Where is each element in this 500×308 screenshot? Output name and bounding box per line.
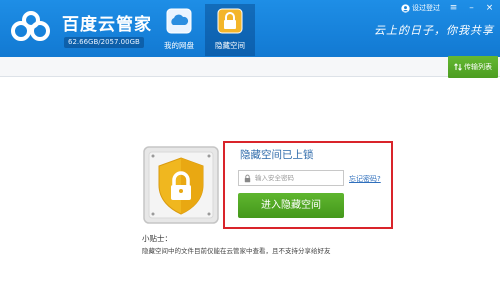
forgot-password-link[interactable]: 忘记密码? <box>349 174 381 184</box>
safe-shield-icon <box>143 146 219 224</box>
tips-heading: 小贴士： <box>142 234 172 243</box>
lock-icon <box>217 8 243 34</box>
toolbar <box>0 57 500 77</box>
transfer-icon <box>454 63 462 71</box>
login-link[interactable]: 设过登过 <box>401 3 440 13</box>
password-input[interactable] <box>255 172 341 184</box>
tab-hidden-space[interactable]: 隐藏空间 <box>205 4 255 56</box>
app-title: 百度云管家 <box>62 15 152 35</box>
transfer-list-button[interactable]: 传输列表 <box>448 56 498 78</box>
tab-my-drive[interactable]: 我的网盘 <box>154 4 204 56</box>
tab-my-drive-label: 我的网盘 <box>164 41 194 50</box>
lock-small-icon <box>244 174 251 182</box>
tab-hidden-space-label: 隐藏空间 <box>215 41 245 50</box>
login-label: 设过登过 <box>412 4 440 12</box>
person-icon <box>401 3 410 13</box>
storage-quota: 62.66GB/2057.00GB <box>64 37 144 48</box>
app-header: 百度云管家 62.66GB/2057.00GB 我的网盘 隐藏空间 云上的日子，… <box>0 0 500 57</box>
minimize-icon[interactable]: – <box>467 3 476 13</box>
cloud-drive-icon <box>166 8 192 34</box>
baidu-cloud-logo-icon <box>11 11 50 41</box>
menu-icon[interactable]: ≡ <box>449 3 458 13</box>
transfer-list-label: 传输列表 <box>464 63 492 71</box>
password-field[interactable] <box>238 170 344 186</box>
tips-text: 隐藏空间中的文件目前仅能在云管家中查看，且不支持分享给好友 <box>142 247 331 255</box>
close-icon[interactable]: × <box>485 3 494 13</box>
hidden-space-locked-title: 隐藏空间已上锁 <box>240 149 314 161</box>
slogan: 云上的日子，你我共享 <box>374 24 494 37</box>
window-controls: 设过登过 ≡ – × <box>401 3 494 13</box>
enter-hidden-space-button[interactable]: 进入隐藏空间 <box>238 193 344 218</box>
